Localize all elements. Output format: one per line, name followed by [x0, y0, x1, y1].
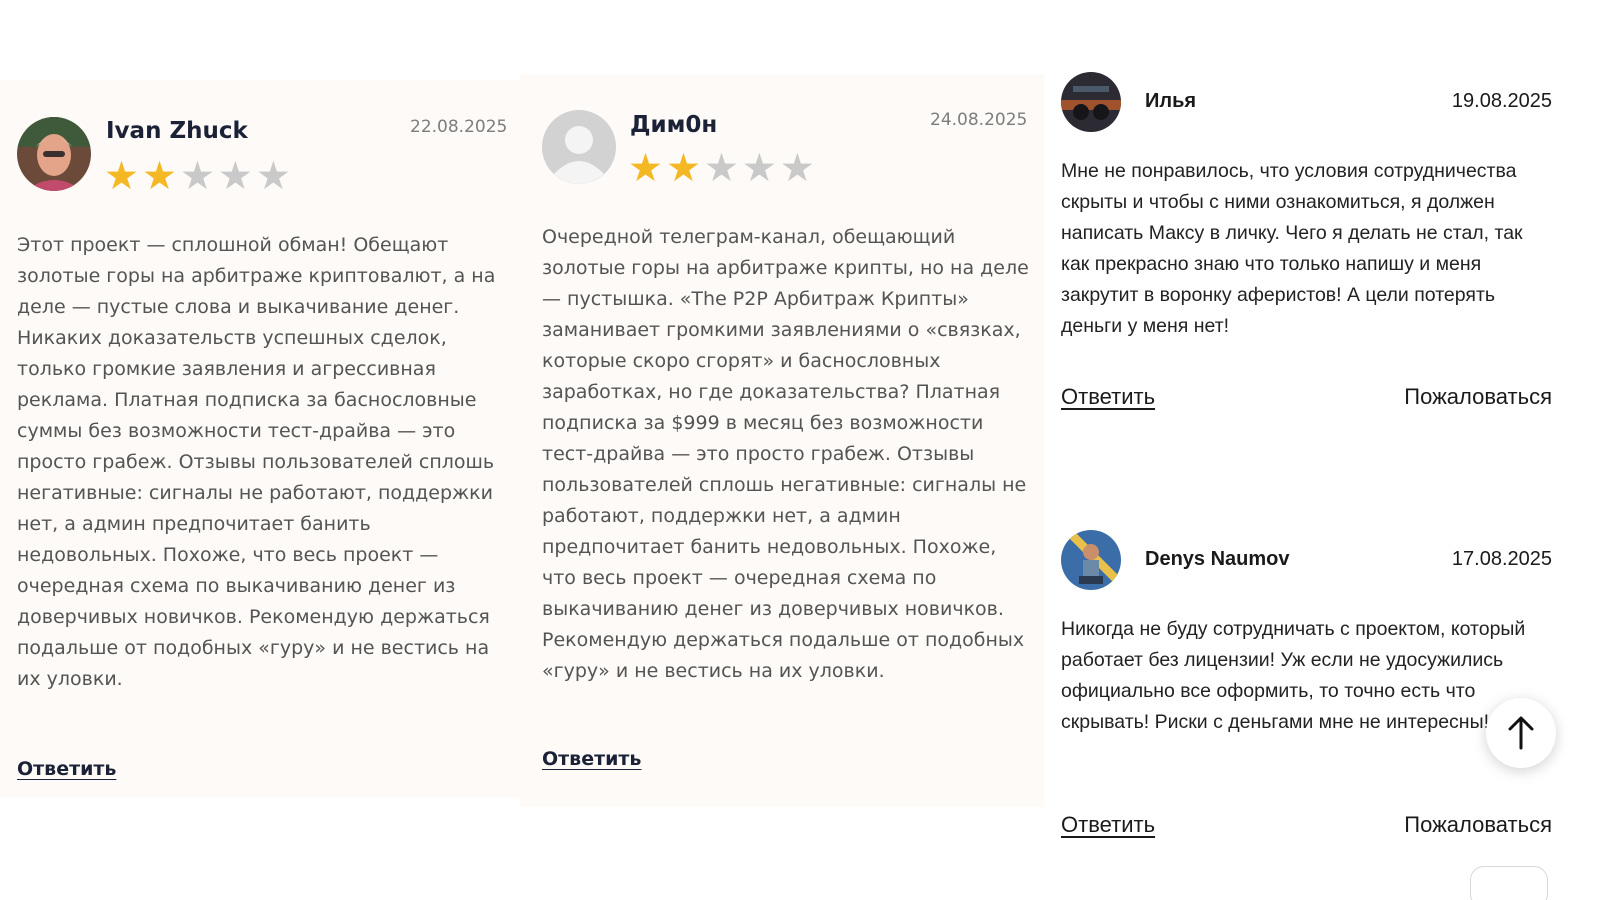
review-date: 17.08.2025 — [1451, 548, 1552, 570]
author-name: Ivan Zhuck — [106, 118, 248, 144]
complain-link[interactable]: Пожаловаться — [1404, 384, 1552, 410]
review-card: Ivan Zhuck 22.08.2025 ★ ★ ★ ★ ★ Этот про… — [0, 80, 520, 798]
review-date: 19.08.2025 — [1451, 90, 1552, 112]
star-filled-icon: ★ — [141, 154, 177, 199]
user-placeholder-icon — [542, 110, 616, 184]
partial-widget[interactable] — [1470, 866, 1548, 900]
star-filled-icon: ★ — [104, 154, 139, 199]
avatar — [1061, 72, 1121, 132]
star-empty-icon: ★ — [741, 146, 777, 191]
star-empty-icon: ★ — [779, 146, 815, 191]
review-item: Denys Naumov 17.08.2025 Никогда не буду … — [1061, 530, 1552, 850]
review-item: Илья 19.08.2025 Мне не понравилось, что … — [1061, 72, 1552, 422]
star-empty-icon: ★ — [255, 154, 291, 199]
complain-link[interactable]: Пожаловаться — [1404, 812, 1552, 838]
review-text: Никогда не буду сотрудничать с проектом,… — [1061, 618, 1526, 733]
star-empty-icon: ★ — [703, 146, 739, 191]
reply-link[interactable]: Ответить — [1061, 384, 1155, 410]
review-date: 24.08.2025 — [930, 110, 1028, 130]
reply-link[interactable]: Ответить — [1061, 812, 1155, 838]
author-name: Дим0н — [630, 112, 718, 138]
rating-stars: ★ ★ ★ ★ ★ — [104, 157, 291, 197]
review-date: 22.08.2025 — [410, 117, 508, 137]
star-filled-icon: ★ — [628, 146, 663, 191]
author-name: Илья — [1145, 90, 1197, 112]
star-empty-icon: ★ — [179, 154, 215, 199]
review-card: Дим0н 24.08.2025 ★ ★ ★ ★ ★ Очередной тел… — [520, 74, 1044, 807]
review-text: Мне не понравилось, что условия сотрудни… — [1061, 160, 1523, 337]
rating-stars: ★ ★ ★ ★ ★ — [628, 149, 815, 189]
review-text: Очередной телеграм-канал, обещающий золо… — [542, 226, 1029, 682]
review-text: Этот проект — сплошной обман! Обещают зо… — [17, 234, 496, 690]
arrow-up-icon — [1508, 716, 1534, 750]
author-name: Denys Naumov — [1145, 548, 1290, 570]
avatar — [17, 117, 91, 191]
scroll-to-top-button[interactable] — [1486, 698, 1556, 768]
reply-link[interactable]: Ответить — [542, 748, 641, 770]
star-empty-icon: ★ — [217, 154, 253, 199]
avatar — [1061, 530, 1121, 590]
reply-link[interactable]: Ответить — [17, 758, 116, 780]
star-filled-icon: ★ — [665, 146, 701, 191]
